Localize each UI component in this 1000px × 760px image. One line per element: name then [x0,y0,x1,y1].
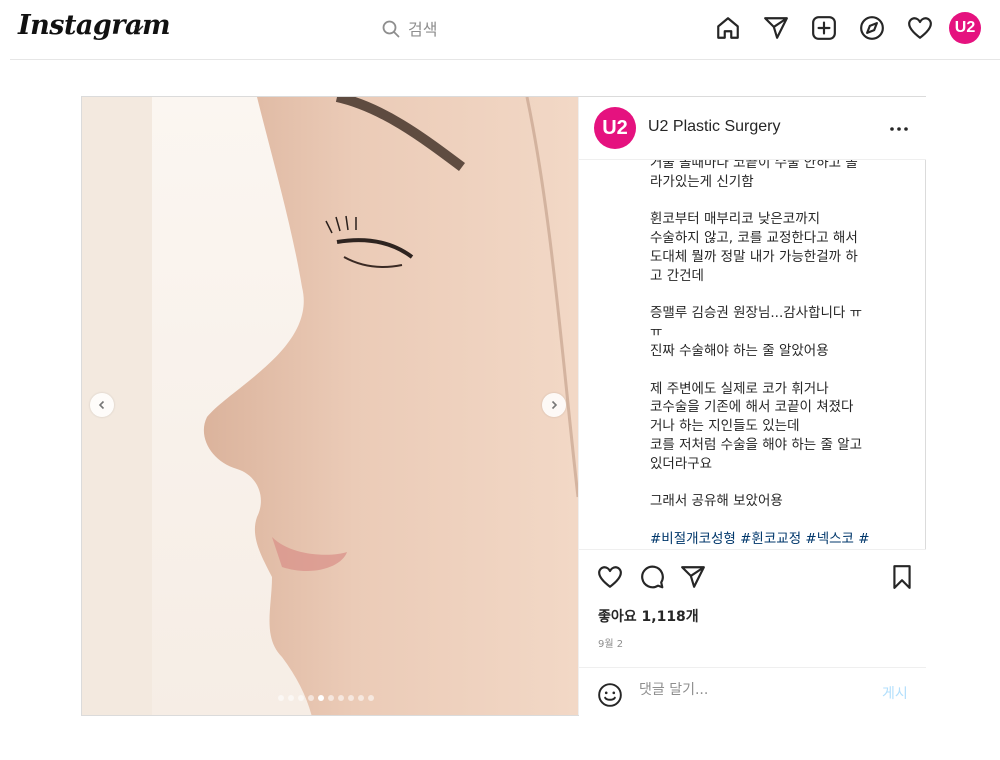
carousel-dot [308,695,314,701]
search-box[interactable] [382,17,568,41]
new-post-icon [812,16,836,40]
carousel-dot [318,695,324,701]
chevron-left-icon [98,400,105,410]
comment-icon[interactable] [639,564,665,590]
carousel-dot [368,695,374,701]
caption-paragraph: 제 주변에도 실제로 코가 휘거나 코수술을 기존에 해서 코끝이 쳐졌다 거나… [650,380,863,472]
caption-scroll-area[interactable]: 거울 볼때마다 코끝이 수술 안하고 올 라가있는게 신기함 휜코부터 매부리코… [579,159,926,549]
search-icon [382,20,400,38]
post-sidebar: U2 U2 Plastic Surgery 거울 볼때마다 코끝이 수술 안하고… [578,97,926,716]
carousel-next-button[interactable] [542,393,566,417]
like-count[interactable]: 좋아요 1,118개 [598,606,699,626]
carousel-dot [358,695,364,701]
activity-heart-icon [908,17,932,39]
emoji-icon[interactable] [597,682,623,708]
home-icon [717,17,739,39]
carousel-dot [298,695,304,701]
direct-message-icon [764,17,788,39]
caption-paragraph: 증맬루 김승권 원장님...감사합니다 ㅠ ㅠ 진짜 수술해야 하는 줄 알았어… [650,305,863,359]
account-username[interactable]: U2 Plastic Surgery [648,118,781,136]
nav-direct[interactable] [761,13,791,43]
more-options-icon[interactable] [889,119,909,139]
like-heart-icon[interactable] [597,564,623,590]
carousel-dot [338,695,344,701]
instagram-logo[interactable]: Instagram [18,10,171,41]
post-comment-button[interactable]: 게시 [882,683,908,703]
header-divider [10,59,1000,60]
post-header: U2 U2 Plastic Surgery [579,97,926,160]
carousel-prev-button[interactable] [90,393,114,417]
caption-paragraph: 휜코부터 매부리코 낮은코까지 수술하지 않고, 코를 교정한다고 해서 도대체… [650,211,858,284]
chevron-right-icon [551,400,558,410]
nav-activity[interactable] [905,13,935,43]
carousel-dot [348,695,354,701]
profile-avatar[interactable]: U2 [949,12,981,44]
chevron-down-icon[interactable] [133,22,145,34]
caption-paragraph: 거울 볼때마다 코끝이 수술 안하고 올 라가있는게 신기함 [650,159,858,190]
bookmark-icon[interactable] [889,564,915,590]
nav-explore[interactable] [857,13,887,43]
caption-text: 거울 볼때마다 코끝이 수술 안하고 올 라가있는게 신기함 휜코부터 매부리코… [650,159,900,549]
nav-home[interactable] [713,13,743,43]
carousel-dot [288,695,294,701]
comment-input[interactable] [639,682,859,698]
comment-bar: 게시 [579,667,926,717]
account-avatar[interactable]: U2 [594,107,636,149]
carousel-dot [278,695,284,701]
carousel-indicator [278,695,374,701]
nav-new-post[interactable] [809,13,839,43]
carousel-dot [328,695,334,701]
share-icon[interactable] [680,564,706,590]
hashtags[interactable]: #비절개코성형 #휜코교정 #넥스코 # [650,530,900,549]
post-actions: 좋아요 1,118개 9월 2 게시 [579,549,926,716]
post-image[interactable] [82,97,578,715]
profile-photo-nose [82,97,578,715]
explore-icon [860,16,884,40]
post-card: U2 U2 Plastic Surgery 거울 볼때마다 코끝이 수술 안하고… [81,96,926,716]
search-input[interactable] [408,19,568,39]
top-navigation-bar: Instagram U2 [0,0,1000,59]
caption-paragraph: 그래서 공유해 보았어용 [650,493,783,510]
post-date[interactable]: 9월 2 [598,635,623,650]
